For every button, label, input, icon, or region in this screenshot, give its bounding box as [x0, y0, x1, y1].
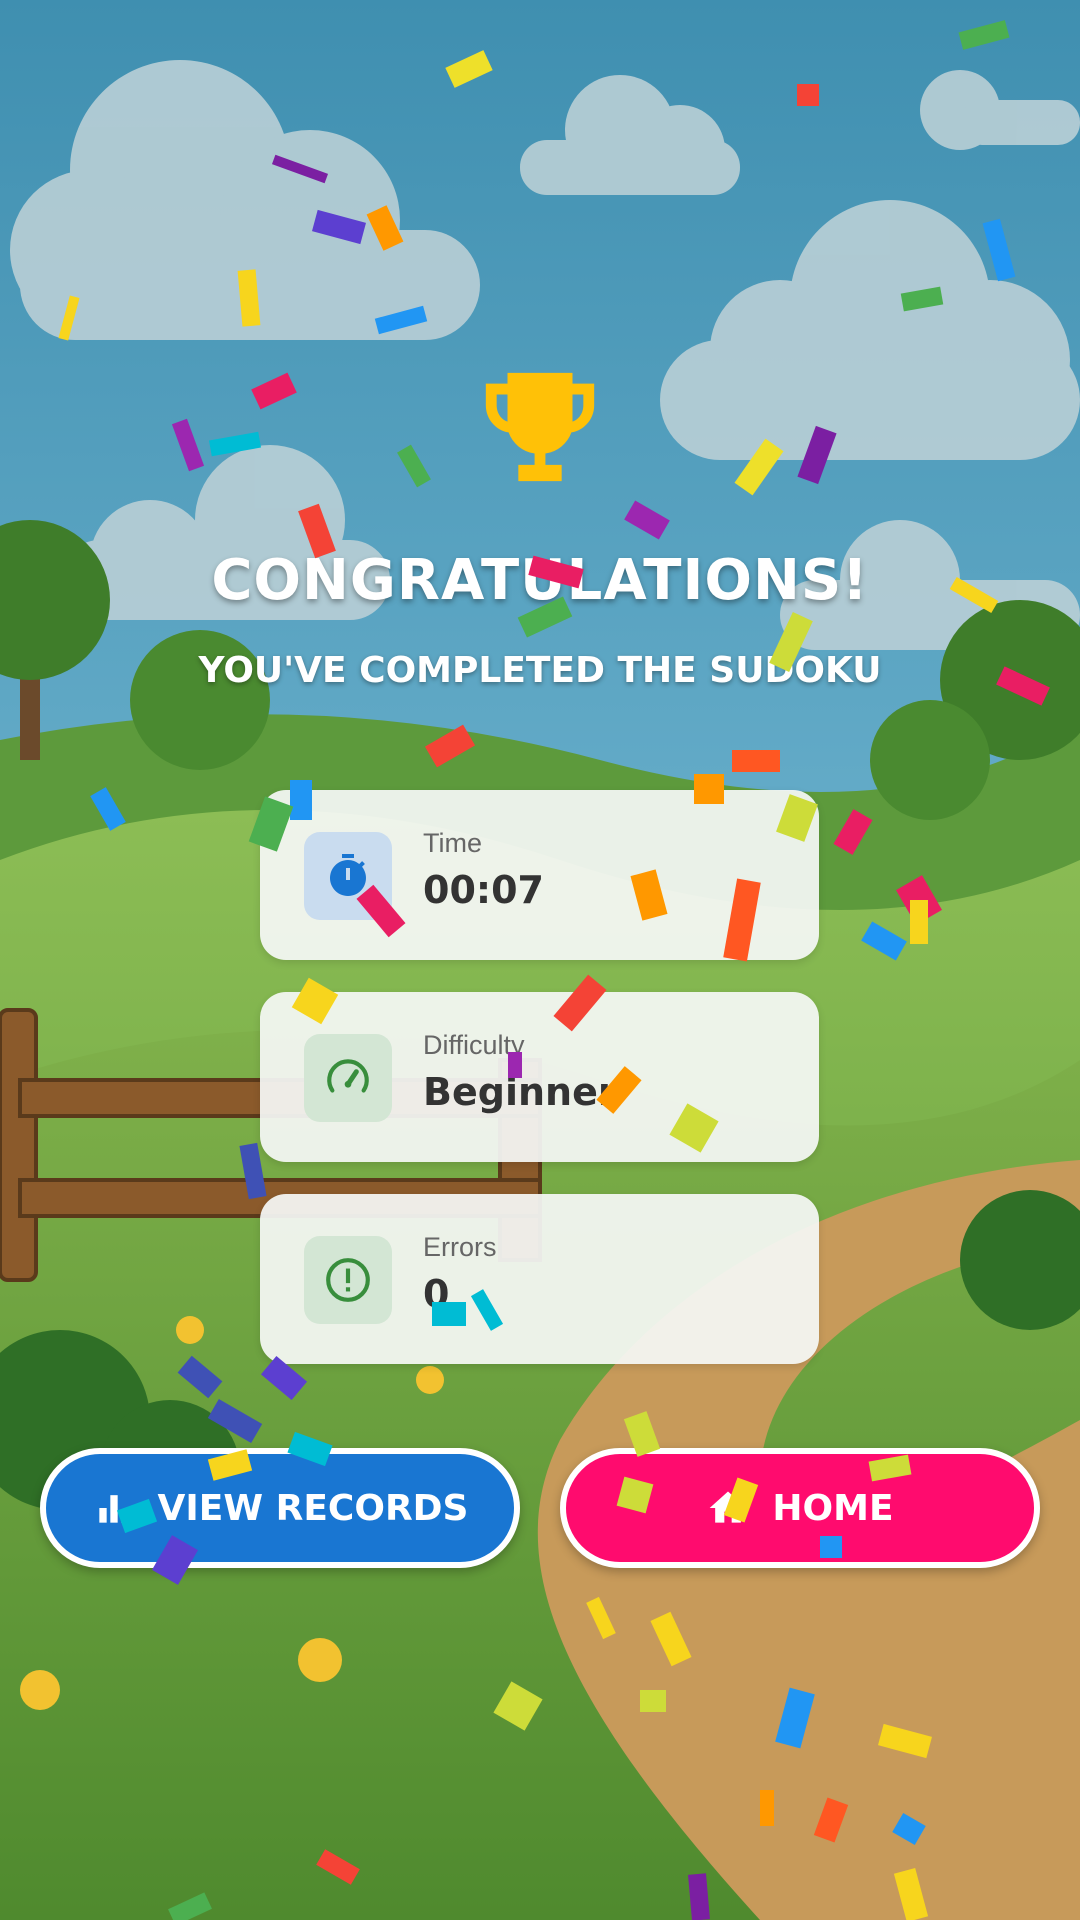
speedometer-icon: [304, 1034, 392, 1122]
results-overlay: CONGRATULATIONS! YOU'VE COMPLETED THE SU…: [0, 0, 1080, 1920]
view-records-button[interactable]: VIEW RECORDS: [40, 1448, 520, 1568]
difficulty-label: Difficulty: [423, 1030, 525, 1060]
page-subtitle: YOU'VE COMPLETED THE SUDOKU: [198, 650, 882, 691]
time-label: Time: [423, 828, 482, 858]
page-title: CONGRATULATIONS!: [211, 548, 869, 613]
difficulty-card: Difficulty Beginner: [260, 992, 819, 1162]
time-card: Time 00:07: [260, 790, 819, 960]
trophy-icon: [475, 362, 605, 492]
home-label: HOME: [772, 1487, 894, 1529]
time-value: 00:07: [423, 868, 544, 912]
stopwatch-icon: [304, 832, 392, 920]
errors-card: Errors 0: [260, 1194, 819, 1364]
errors-value: 0: [423, 1272, 450, 1316]
difficulty-value: Beginner: [423, 1070, 617, 1114]
errors-label: Errors: [423, 1232, 497, 1262]
home-button[interactable]: HOME: [560, 1448, 1040, 1568]
alert-circle-icon: [304, 1236, 392, 1324]
bar-chart-icon: [92, 1486, 136, 1530]
home-icon: [706, 1486, 750, 1530]
view-records-label: VIEW RECORDS: [157, 1487, 469, 1529]
